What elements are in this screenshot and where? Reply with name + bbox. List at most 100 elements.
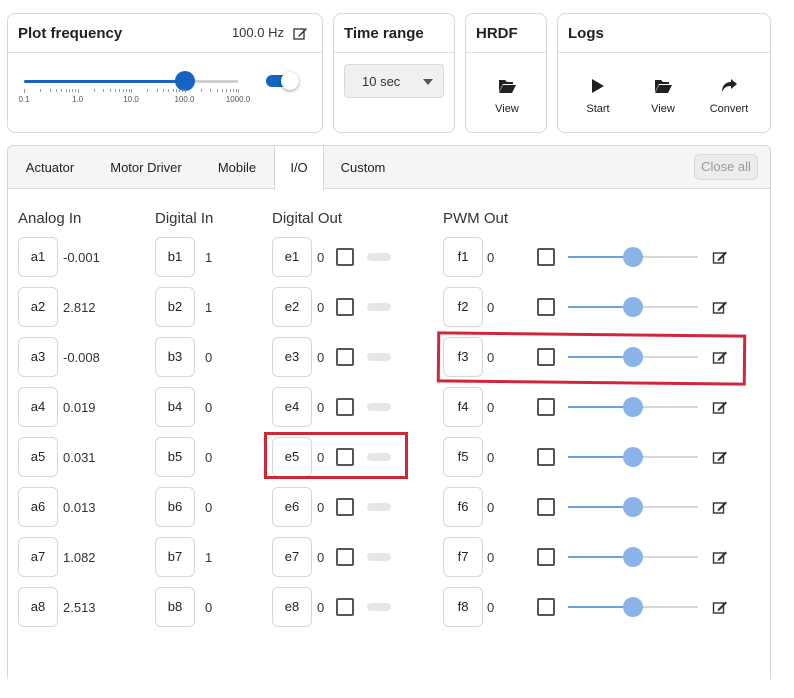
pwm-out-checkbox[interactable] bbox=[537, 398, 555, 416]
digital-out-button[interactable]: e7 bbox=[272, 537, 312, 577]
plot-frequency-value: 100.0 Hz bbox=[231, 25, 284, 40]
analog-in-value: 0.019 bbox=[63, 400, 96, 415]
time-range-select[interactable]: 10 sec bbox=[344, 64, 444, 98]
pwm-slider-thumb[interactable] bbox=[623, 597, 643, 617]
pwm-slider-thumb[interactable] bbox=[623, 247, 643, 267]
digital-in-button[interactable]: b4 bbox=[155, 387, 195, 427]
hrdf-view-label: View bbox=[495, 103, 519, 115]
digital-out-checkbox[interactable] bbox=[336, 548, 354, 566]
edit-icon[interactable] bbox=[712, 399, 728, 415]
slider-tick bbox=[216, 89, 218, 92]
analog-in-button[interactable]: a5 bbox=[18, 437, 58, 477]
digital-out-toggle[interactable] bbox=[367, 503, 391, 511]
close-all-button[interactable]: Close all bbox=[694, 154, 758, 180]
pwm-out-button[interactable]: f4 bbox=[443, 387, 483, 427]
logs-view-button[interactable]: View bbox=[633, 70, 693, 120]
digital-out-checkbox[interactable] bbox=[336, 398, 354, 416]
pwm-slider-thumb[interactable] bbox=[623, 497, 643, 517]
hrdf-view-button[interactable]: View bbox=[477, 70, 537, 120]
pwm-slider-thumb[interactable] bbox=[623, 447, 643, 467]
digital-out-checkbox[interactable] bbox=[336, 498, 354, 516]
analog-in-button[interactable]: a8 bbox=[18, 587, 58, 627]
digital-out-checkbox[interactable] bbox=[336, 248, 354, 266]
digital-out-checkbox[interactable] bbox=[336, 598, 354, 616]
digital-out-toggle[interactable] bbox=[367, 403, 391, 411]
digital-in-button[interactable]: b1 bbox=[155, 237, 195, 277]
tab-motor-driver[interactable]: Motor Driver bbox=[96, 146, 196, 189]
analog-in-button[interactable]: a2 bbox=[18, 287, 58, 327]
tab-actuator[interactable]: Actuator bbox=[10, 146, 90, 189]
frequency-slider-thumb[interactable] bbox=[174, 71, 195, 91]
digital-out-toggle[interactable] bbox=[367, 553, 391, 561]
logs-convert-button[interactable]: Convert bbox=[699, 70, 759, 120]
toggle-knob bbox=[281, 72, 299, 90]
tab-mobile[interactable]: Mobile bbox=[204, 146, 270, 189]
pwm-out-checkbox[interactable] bbox=[537, 498, 555, 516]
pwm-out-checkbox[interactable] bbox=[537, 448, 555, 466]
pwm-out-checkbox[interactable] bbox=[537, 298, 555, 316]
digital-out-checkbox[interactable] bbox=[336, 298, 354, 316]
slider-tick-label: 100.0 bbox=[174, 95, 195, 104]
analog-in-value: -0.001 bbox=[63, 250, 100, 265]
edit-icon[interactable] bbox=[712, 499, 728, 515]
slider-tick bbox=[131, 89, 132, 93]
slider-tick-label: 1000.0 bbox=[225, 95, 251, 104]
edit-icon[interactable] bbox=[712, 549, 728, 565]
digital-out-button[interactable]: e6 bbox=[272, 487, 312, 527]
analog-in-button[interactable]: a7 bbox=[18, 537, 58, 577]
logs-start-button[interactable]: Start bbox=[568, 70, 628, 120]
pwm-out-button[interactable]: f6 bbox=[443, 487, 483, 527]
tab-custom[interactable]: Custom bbox=[330, 146, 396, 189]
pwm-slider-thumb[interactable] bbox=[623, 547, 643, 567]
edit-icon[interactable] bbox=[712, 249, 728, 265]
highlight-box-e5 bbox=[264, 432, 408, 479]
pwm-out-button[interactable]: f8 bbox=[443, 587, 483, 627]
pwm-slider-thumb[interactable] bbox=[623, 297, 643, 317]
pwm-out-button[interactable]: f5 bbox=[443, 437, 483, 477]
analog-in-button[interactable]: a6 bbox=[18, 487, 58, 527]
pwm-out-checkbox[interactable] bbox=[537, 598, 555, 616]
digital-out-button[interactable]: e8 bbox=[272, 587, 312, 627]
digital-in-button[interactable]: b2 bbox=[155, 287, 195, 327]
pwm-out-checkbox[interactable] bbox=[537, 248, 555, 266]
plot-toggle-switch[interactable] bbox=[266, 72, 300, 90]
pwm-out-value: 0 bbox=[487, 450, 495, 465]
analog-in-button[interactable]: a3 bbox=[18, 337, 58, 377]
digital-out-value: 0 bbox=[317, 400, 325, 415]
digital-out-checkbox[interactable] bbox=[336, 348, 354, 366]
digital-out-toggle[interactable] bbox=[367, 603, 391, 611]
slider-tick bbox=[119, 89, 121, 92]
digital-out-toggle[interactable] bbox=[367, 253, 391, 261]
digital-in-button[interactable]: b5 bbox=[155, 437, 195, 477]
digital-in-button[interactable]: b6 bbox=[155, 487, 195, 527]
slider-tick bbox=[77, 89, 79, 93]
pwm-slider-thumb[interactable] bbox=[623, 397, 643, 417]
digital-out-toggle[interactable] bbox=[367, 303, 391, 311]
logs-convert-label: Convert bbox=[709, 103, 749, 115]
edit-icon[interactable] bbox=[712, 449, 728, 465]
digital-out-button[interactable]: e3 bbox=[272, 337, 312, 377]
digital-in-button[interactable]: b7 bbox=[155, 537, 195, 577]
analog-in-button[interactable]: a1 bbox=[18, 237, 58, 277]
digital-in-button[interactable]: b8 bbox=[155, 587, 195, 627]
digital-out-button[interactable]: e2 bbox=[272, 287, 312, 327]
edit-icon[interactable] bbox=[712, 599, 728, 615]
slider-tick bbox=[69, 89, 71, 92]
digital-out-toggle[interactable] bbox=[367, 353, 391, 361]
slider-tick bbox=[125, 89, 127, 92]
pwm-out-button[interactable]: f2 bbox=[443, 287, 483, 327]
digital-out-button[interactable]: e1 bbox=[272, 237, 312, 277]
edit-icon[interactable] bbox=[712, 299, 728, 315]
edit-icon[interactable] bbox=[292, 25, 308, 41]
slider-tick-label: 10.0 bbox=[123, 95, 139, 104]
digital-out-button[interactable]: e4 bbox=[272, 387, 312, 427]
tab-io[interactable]: I/O bbox=[274, 146, 324, 190]
plot-frequency-card: Plot frequency 100.0 Hz 0.1 1.0 10.0 100.0 1… bbox=[7, 13, 323, 133]
slider-tick bbox=[56, 89, 58, 92]
analog-in-button[interactable]: a4 bbox=[18, 387, 58, 427]
pwm-out-button[interactable]: f7 bbox=[443, 537, 483, 577]
digital-in-value: 0 bbox=[205, 600, 213, 615]
digital-in-button[interactable]: b3 bbox=[155, 337, 195, 377]
pwm-out-button[interactable]: f1 bbox=[443, 237, 483, 277]
pwm-out-checkbox[interactable] bbox=[537, 548, 555, 566]
